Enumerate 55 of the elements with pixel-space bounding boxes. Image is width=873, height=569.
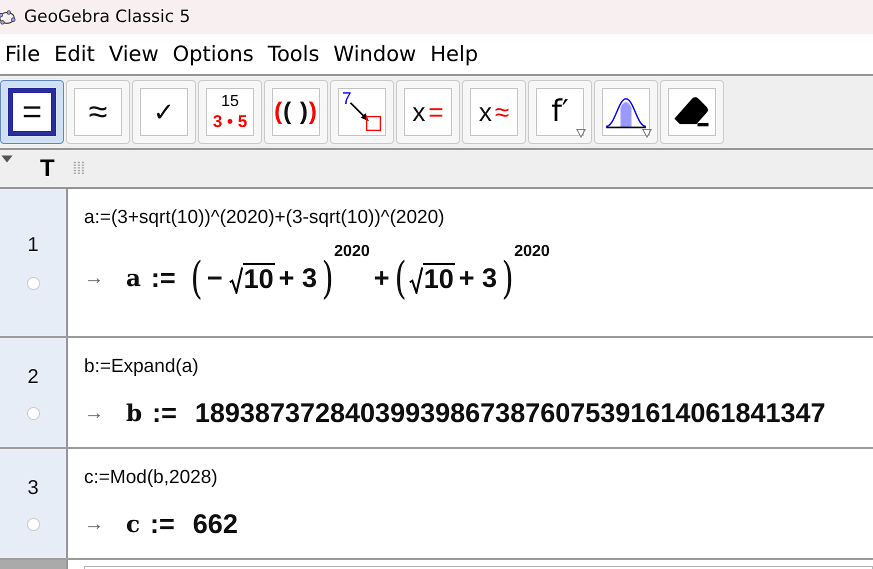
square-root: 10: [408, 262, 455, 294]
tool-button[interactable]: x=: [396, 80, 460, 144]
input-expression: c:=Mod(b,2028): [84, 467, 219, 489]
input-expression: b:=Expand(a): [84, 356, 200, 378]
visibility-toggle[interactable]: [26, 518, 40, 531]
menu-item[interactable]: File: [0, 42, 50, 66]
visibility-toggle[interactable]: [26, 277, 40, 290]
variable-name: b: [126, 400, 142, 427]
menu-item[interactable]: View: [104, 42, 168, 66]
tool-button[interactable]: [660, 80, 724, 144]
ellipse-points-icon: [0, 8, 16, 26]
math-text: −: [206, 263, 223, 294]
text-style-button[interactable]: T: [36, 154, 59, 182]
tool-button[interactable]: ≈: [66, 80, 130, 144]
parenthesis: ): [502, 253, 514, 304]
tool-button[interactable]: 7: [330, 80, 394, 144]
assign-operator: :=: [150, 509, 175, 540]
math-text: 662: [192, 509, 238, 540]
tool-button[interactable]: f′: [528, 80, 592, 144]
result-arrow: →: [84, 513, 104, 536]
tool-button[interactable]: ✓: [132, 80, 196, 144]
row-number: 2: [27, 366, 39, 389]
parenthesis: (: [190, 253, 202, 304]
variable-name: c: [126, 511, 140, 538]
tool-button[interactable]: [594, 80, 658, 144]
menu-item[interactable]: Tools: [262, 42, 328, 66]
math-text: 189387372840399398673876075391614061841347: [194, 398, 826, 429]
math-text: +: [374, 263, 390, 294]
math-text: + 3: [278, 263, 317, 294]
result-arrow: →: [84, 402, 104, 425]
radical-sign-icon: [228, 266, 243, 294]
visibility-toggle[interactable]: [26, 407, 40, 420]
row-number: 1: [27, 234, 39, 257]
row-number: 3: [27, 477, 39, 500]
radical-sign-icon: [408, 266, 423, 294]
assign-operator: :=: [152, 398, 177, 429]
tool-button[interactable]: =: [0, 80, 64, 144]
window-title: GeoGebra Classic 5: [24, 7, 190, 27]
tool-button[interactable]: 15 3 • 5: [198, 80, 262, 144]
exponent: 2020: [334, 243, 370, 261]
menu-item[interactable]: Window: [328, 42, 426, 66]
exponent: 2020: [514, 243, 550, 261]
tool-button[interactable]: x≈: [462, 80, 526, 144]
parenthesis: (: [394, 253, 406, 304]
menu-item[interactable]: Options: [168, 42, 263, 66]
square-root: 10: [228, 262, 275, 294]
menu-item[interactable]: Edit: [49, 42, 104, 66]
parenthesis: ): [322, 253, 334, 304]
input-expression: a:=(3+sqrt(10))^(2020)+(3-sqrt(10))^(2020): [84, 207, 446, 229]
tool-button[interactable]: (( )): [264, 80, 328, 144]
variable-name: a: [126, 265, 141, 292]
math-text: + 3: [458, 263, 498, 294]
menu-item[interactable]: Help: [425, 42, 488, 66]
assign-operator: :=: [150, 263, 176, 294]
result-arrow: →: [84, 267, 104, 290]
